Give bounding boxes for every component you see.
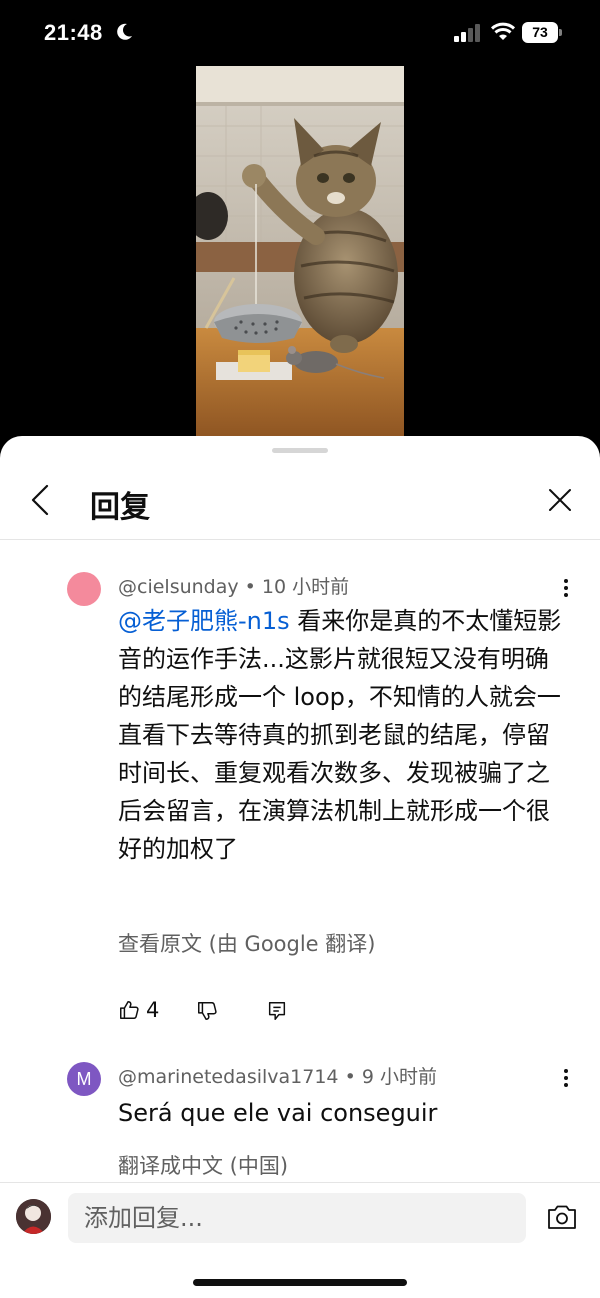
comment-actions: 4 bbox=[118, 998, 318, 1030]
wifi-icon bbox=[490, 22, 516, 40]
chevron-left-icon bbox=[31, 484, 49, 516]
mention-link[interactable]: @老子肥熊-n1s bbox=[118, 607, 290, 635]
comment-time: 9 小时前 bbox=[361, 1066, 437, 1088]
status-time: 21:48 bbox=[44, 20, 103, 45]
like-count: 4 bbox=[146, 998, 160, 1022]
more-options-button[interactable] bbox=[552, 574, 580, 602]
avatar-image bbox=[16, 1199, 51, 1234]
cellular-signal-icon bbox=[454, 24, 480, 42]
video-player[interactable] bbox=[196, 66, 404, 446]
close-button[interactable] bbox=[542, 482, 578, 518]
translate-toggle[interactable]: 翻译成中文 (中国) bbox=[118, 1150, 288, 1180]
comment-text: Será que ele vai conseguir bbox=[118, 1099, 438, 1127]
sheet-header: 回复 bbox=[0, 466, 600, 540]
like-button[interactable]: 4 bbox=[118, 998, 159, 1022]
comment-time: 10 小时前 bbox=[261, 576, 350, 598]
camera-button[interactable] bbox=[546, 1203, 580, 1233]
thumbs-up-icon bbox=[120, 1001, 139, 1019]
comment-body: 看来你是真的不太懂短影音的运作手法...这影片就很短又没有明确的结尾形成一个 l… bbox=[118, 607, 562, 863]
comment-author[interactable]: @cielsunday bbox=[118, 576, 239, 598]
home-indicator bbox=[193, 1279, 407, 1286]
back-button[interactable] bbox=[22, 480, 58, 520]
thumbs-down-icon bbox=[198, 1002, 217, 1020]
meta-separator: • bbox=[244, 576, 262, 598]
reply-input[interactable]: 添加回复... bbox=[68, 1193, 526, 1243]
battery-level: 73 bbox=[522, 22, 558, 43]
sheet-title: 回复 bbox=[90, 490, 150, 525]
sheet-grabber[interactable] bbox=[272, 448, 328, 453]
translate-toggle[interactable]: 查看原文 (由 Google 翻译) bbox=[118, 928, 375, 958]
comment-text: @老子肥熊-n1s 看来你是真的不太懂短影音的运作手法...这影片就很短又没有明… bbox=[118, 602, 563, 868]
meta-separator: • bbox=[344, 1066, 362, 1088]
comment-author[interactable]: @marinetedasilva1714 bbox=[118, 1066, 339, 1088]
more-vertical-icon bbox=[564, 579, 568, 597]
battery-indicator: 73 bbox=[522, 22, 562, 43]
moon-icon bbox=[117, 23, 132, 40]
status-bar: 21:48 73 bbox=[0, 0, 600, 66]
dislike-button[interactable] bbox=[196, 1000, 218, 1026]
reply-composer: 添加回复... bbox=[0, 1182, 600, 1298]
reply-icon bbox=[268, 1002, 286, 1020]
more-options-button[interactable] bbox=[552, 1064, 580, 1092]
avatar[interactable]: M bbox=[67, 1062, 101, 1096]
camera-icon bbox=[548, 1205, 576, 1229]
avatar[interactable] bbox=[67, 572, 101, 606]
user-avatar[interactable] bbox=[16, 1199, 51, 1234]
close-icon bbox=[549, 489, 571, 511]
replies-sheet: 回复 @cielsunday • 10 小时前 @老子肥熊-n1s 看来你是真的… bbox=[0, 436, 600, 1298]
reply-button[interactable] bbox=[266, 1000, 288, 1026]
more-vertical-icon bbox=[564, 1069, 568, 1087]
